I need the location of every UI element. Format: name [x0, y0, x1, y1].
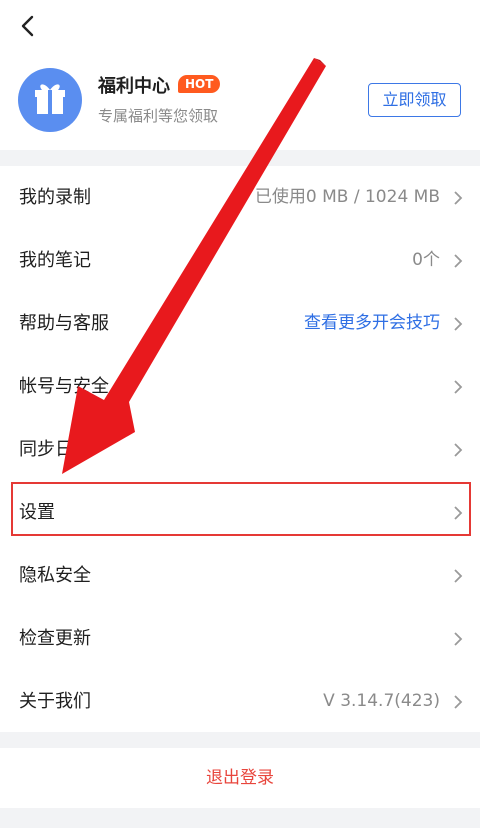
menu-item-label: 关于我们	[19, 691, 91, 712]
gift-icon[interactable]	[18, 68, 82, 132]
meeting-tips-link[interactable]: 查看更多开会技巧	[304, 292, 440, 355]
claim-now-button[interactable]: 立即领取	[368, 83, 461, 117]
menu-item-label: 隐私安全	[19, 565, 91, 586]
chevron-right-icon	[454, 443, 463, 457]
chevron-right-icon	[454, 254, 463, 268]
menu-item-label: 同步日历	[19, 439, 91, 460]
logout-button[interactable]: 退出登录	[0, 748, 480, 808]
menu-item-sync-calendar[interactable]: 同步日历	[0, 418, 480, 481]
notes-count: 0个	[412, 250, 440, 270]
menu-item-label: 帐号与安全	[19, 376, 109, 397]
chevron-right-icon	[454, 317, 463, 331]
chevron-right-icon	[454, 380, 463, 394]
menu-item-check-update[interactable]: 检查更新	[0, 607, 480, 670]
menu-item-about[interactable]: 关于我们 V 3.14.7(423)	[0, 670, 480, 733]
menu-item-label: 检查更新	[19, 628, 91, 649]
welfare-title: 福利中心	[98, 76, 170, 97]
welfare-subtitle: 专属福利等您领取	[98, 107, 219, 125]
chevron-right-icon	[454, 569, 463, 583]
menu-list: 我的录制 已使用0 MB / 1024 MB 我的笔记 0个 帮助与客服 查看更…	[0, 166, 480, 732]
recording-usage: 已使用0 MB / 1024 MB	[254, 187, 440, 207]
menu-item-label: 我的笔记	[19, 250, 91, 271]
logout-label: 退出登录	[206, 768, 274, 788]
header-area: 福利中心 HOT 专属福利等您领取 立即领取	[0, 0, 480, 150]
chevron-right-icon	[454, 695, 463, 709]
menu-item-label: 我的录制	[19, 187, 91, 208]
menu-item-privacy[interactable]: 隐私安全	[0, 544, 480, 607]
menu-item-account-security[interactable]: 帐号与安全	[0, 355, 480, 418]
chevron-left-icon[interactable]	[14, 12, 42, 40]
menu-item-help[interactable]: 帮助与客服 查看更多开会技巧	[0, 292, 480, 355]
chevron-right-icon	[454, 632, 463, 646]
menu-item-recordings[interactable]: 我的录制 已使用0 MB / 1024 MB	[0, 166, 480, 229]
chevron-right-icon	[454, 191, 463, 205]
menu-item-notes[interactable]: 我的笔记 0个	[0, 229, 480, 292]
app-version: V 3.14.7(423)	[323, 691, 440, 711]
hot-badge: HOT	[178, 75, 221, 93]
settings-highlight-box	[11, 482, 471, 536]
menu-item-label: 帮助与客服	[19, 313, 109, 334]
